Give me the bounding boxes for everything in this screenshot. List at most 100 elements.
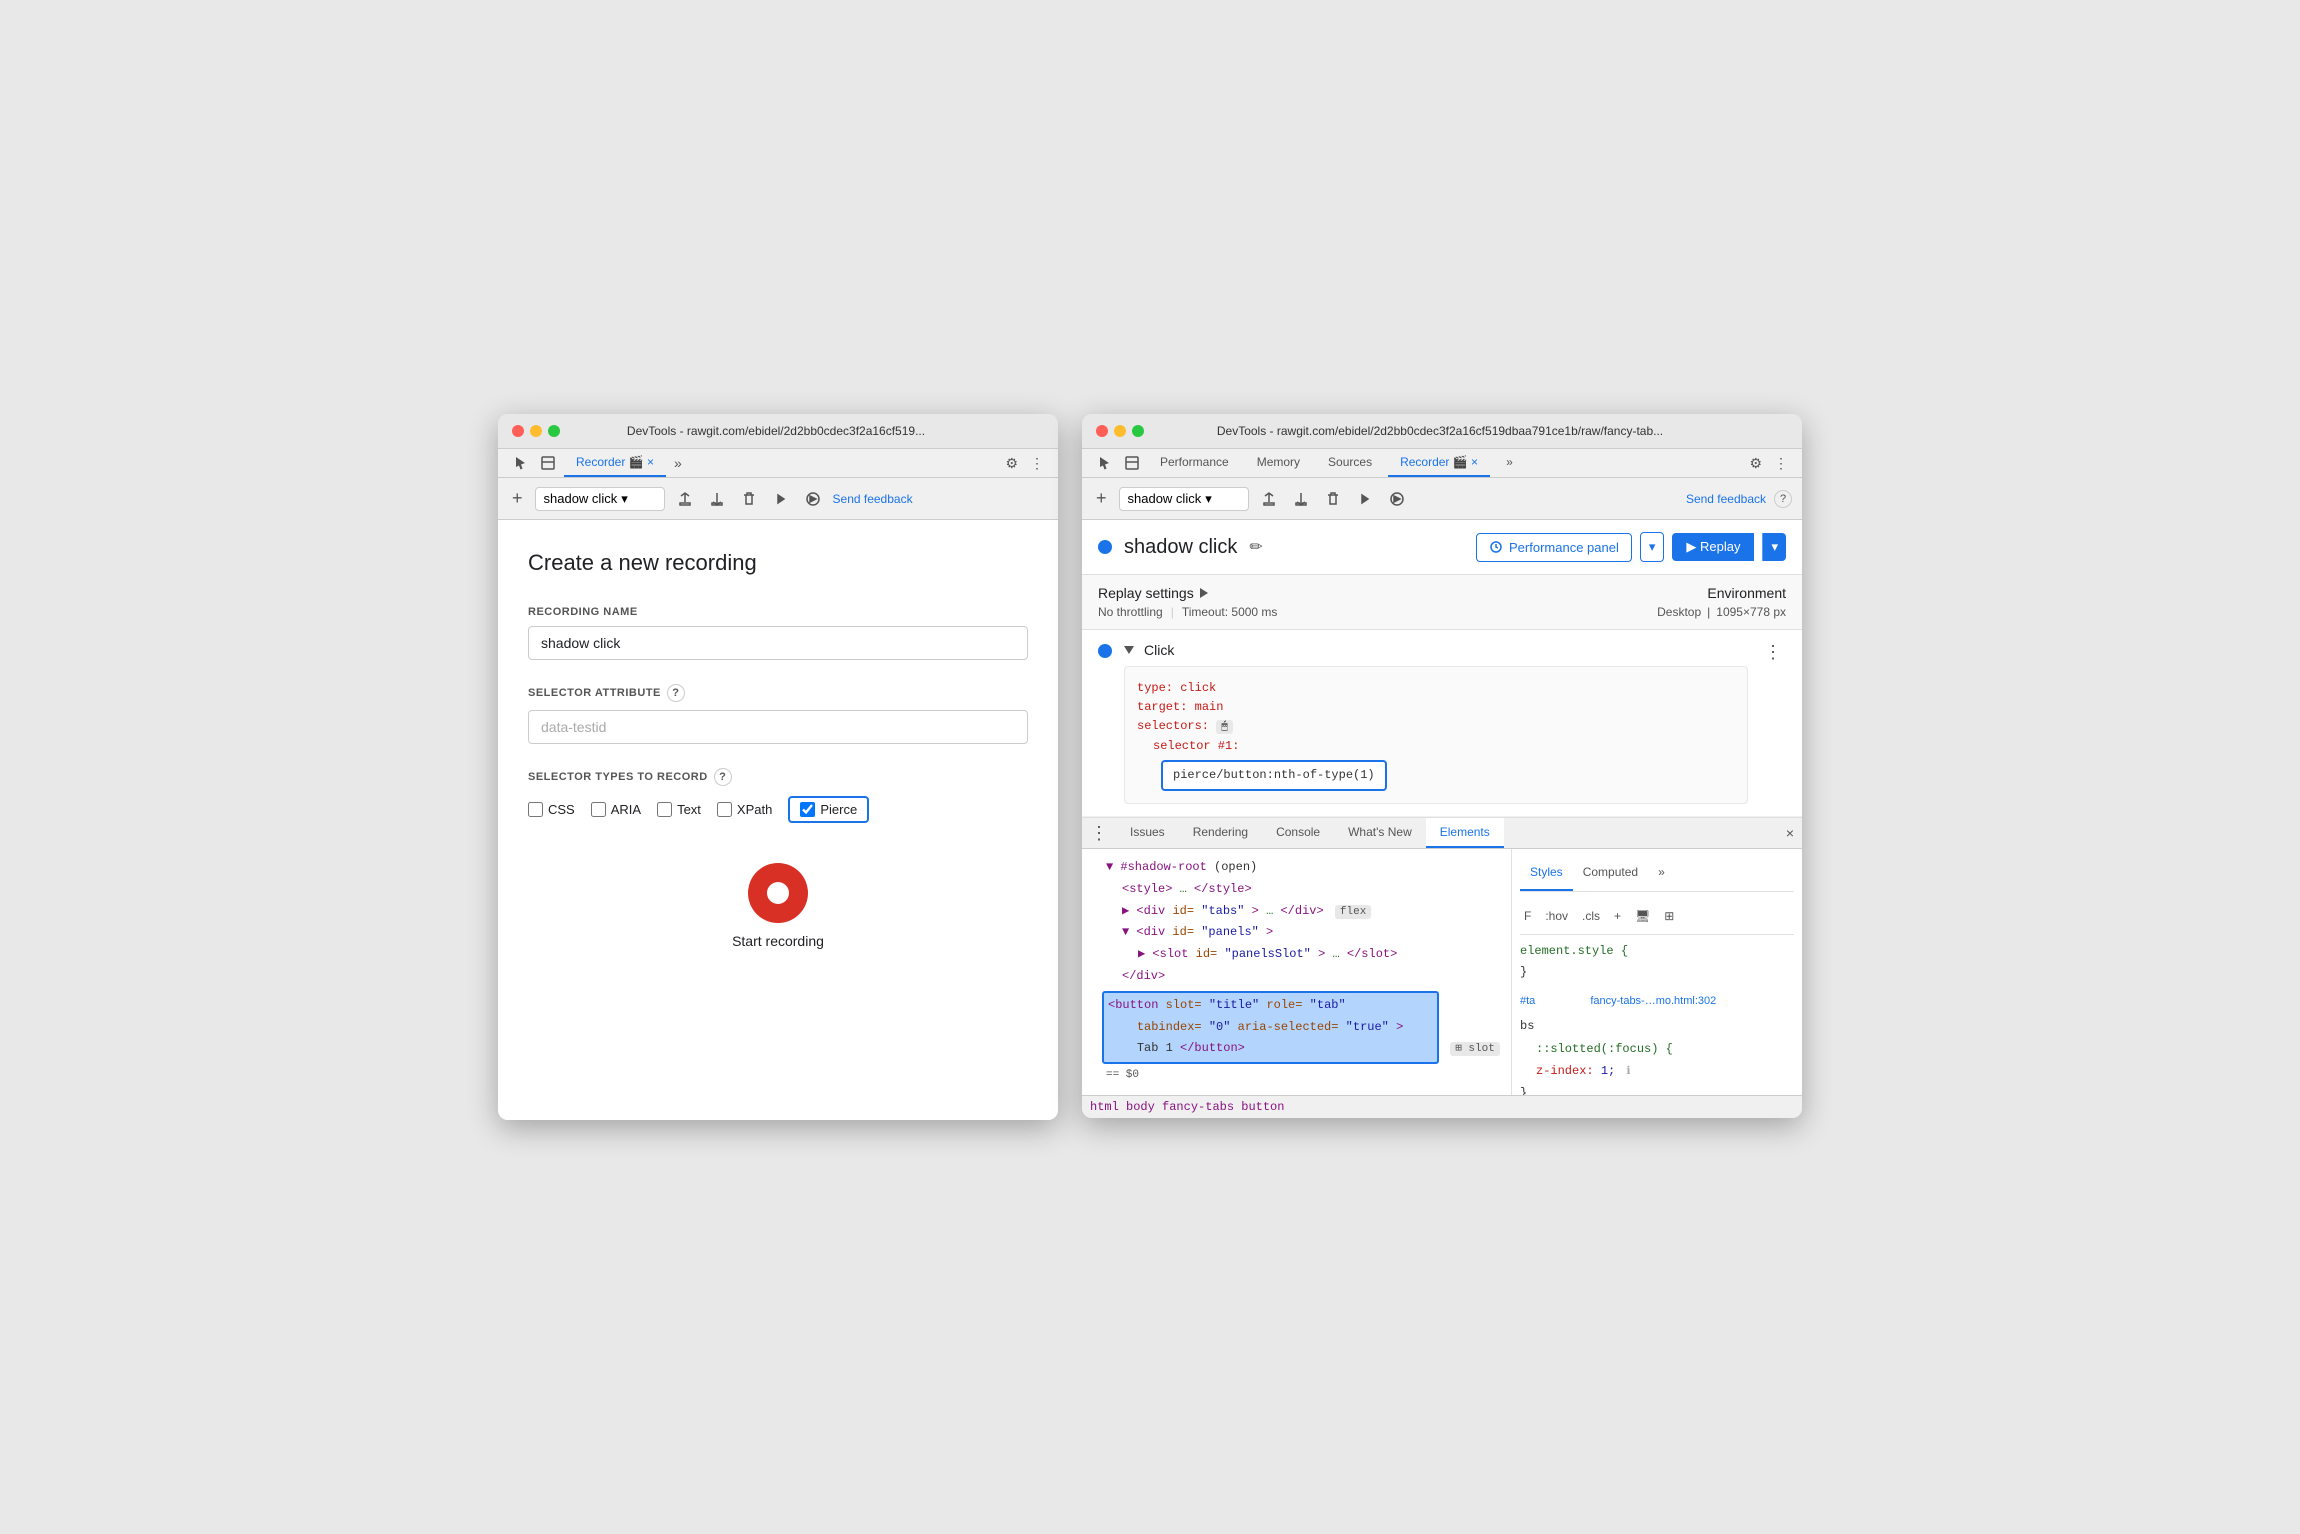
css-checkbox-label[interactable]: CSS [528,802,575,817]
sources-tab[interactable]: Sources [1316,449,1384,477]
left-cursor-icon[interactable] [508,451,532,475]
help-icon-right[interactable]: ? [1774,490,1792,508]
selectors-icon: 🖱 [1216,720,1233,734]
right-more-btn[interactable]: ⋮ [1770,451,1792,476]
breadcrumb-button[interactable]: button [1241,1100,1284,1114]
recording-selector-right[interactable]: shadow click ▾ [1119,487,1249,511]
memory-tab[interactable]: Memory [1245,449,1312,477]
aria-checkbox-label[interactable]: ARIA [591,802,641,817]
upload-btn-right[interactable] [1257,487,1281,511]
right-cursor-icon[interactable] [1092,451,1116,475]
dom-selected-element[interactable]: <button slot= "title" role= "tab" tabind… [1102,991,1439,1064]
styles-more-tabs[interactable]: » [1648,857,1675,891]
recording-name-input[interactable] [528,626,1028,660]
hover-state-btn[interactable]: :hov [1541,904,1572,930]
upload-btn-left[interactable] [673,487,697,511]
element-style-selector: element.style { [1520,941,1794,963]
download-btn-right[interactable] [1289,487,1313,511]
bs-text: bs [1520,1016,1794,1038]
layout-icon[interactable]: ⊞ [1660,904,1678,930]
breadcrumb-body[interactable]: body [1126,1100,1155,1114]
right-dock-icon[interactable] [1120,451,1144,475]
elements-tab[interactable]: Elements [1426,818,1504,848]
right-settings-btn[interactable]: ⚙ [1745,451,1766,476]
issues-tab[interactable]: Issues [1116,818,1179,848]
styles-panel: Styles Computed » F :hov .cls + 🖥 ⊞ elem… [1512,849,1802,1095]
bottom-panel-dots[interactable]: ⋮ [1082,819,1116,848]
replay-btn-left[interactable] [801,487,825,511]
selectors-key: selectors: [1137,719,1209,733]
text-checkbox[interactable] [657,802,672,817]
add-recording-btn-right[interactable]: + [1092,484,1111,513]
rendering-tab[interactable]: Rendering [1179,818,1262,848]
breadcrumb-html[interactable]: html [1090,1100,1119,1114]
start-recording-btn[interactable] [748,863,808,923]
recorder-tab-right[interactable]: Recorder 🎬 × [1388,449,1490,477]
pierce-checkbox-label[interactable]: Pierce [800,802,857,817]
devtools-bottom-panel: ⋮ Issues Rendering Console What's New El… [1082,818,1802,1118]
left-dock-icon[interactable] [536,451,560,475]
device-icon[interactable]: 🖥 [1631,904,1654,930]
selector-attribute-input[interactable] [528,710,1028,744]
delete-btn-right[interactable] [1321,487,1345,511]
dom-panel: ▼ #shadow-root (open) <style> … </style>… [1082,849,1512,1095]
add-recording-btn[interactable]: + [508,484,527,513]
selector-attribute-help-icon[interactable]: ? [667,684,685,702]
step-title: Click [1124,642,1748,658]
send-feedback-link-right[interactable]: Send feedback [1686,492,1766,506]
xpath-checkbox-label[interactable]: XPath [717,802,772,817]
console-tab[interactable]: Console [1262,818,1334,848]
performance-panel-btn[interactable]: Performance panel [1476,533,1632,562]
left-settings-btn[interactable]: ⚙ [1001,451,1022,476]
left-window-title: DevTools - rawgit.com/ebidel/2d2bb0cdec3… [508,424,1044,438]
screenshot-wrapper: DevTools - rawgit.com/ebidel/2d2bb0cdec3… [498,414,1802,1120]
xpath-checkbox[interactable] [717,802,732,817]
performance-tab[interactable]: Performance [1148,449,1241,477]
type-key: type: [1137,681,1173,695]
create-recording-title: Create a new recording [528,550,1028,576]
slotted-rule-close: } [1520,1083,1794,1096]
performance-panel-dropdown-btn[interactable]: ▾ [1640,532,1665,562]
filter-styles-input[interactable]: F [1520,904,1535,930]
text-checkbox-label[interactable]: Text [657,802,701,817]
replay-btn-right[interactable] [1385,487,1409,511]
z-index-info-icon[interactable]: ℹ [1626,1066,1630,1078]
replay-dropdown-btn[interactable]: ▾ [1762,533,1786,561]
replay-once-btn-left[interactable] [769,487,793,511]
left-more-btn[interactable]: ⋮ [1026,451,1048,476]
breadcrumb-fancy-tabs[interactable]: fancy-tabs [1162,1100,1234,1114]
styles-tab[interactable]: Styles [1520,857,1573,891]
replay-settings-expand-icon [1200,588,1208,598]
download-btn-left[interactable] [705,487,729,511]
send-feedback-link-left[interactable]: Send feedback [833,492,913,506]
styles-source-link[interactable]: #ta fancy-tabs-…mo.html:302 [1520,992,1794,1012]
delete-btn-left[interactable] [737,487,761,511]
header-actions: Performance panel ▾ ▶ Replay ▾ [1476,532,1786,562]
recording-selector-left[interactable]: shadow click ▾ [535,487,665,511]
step-expand-icon[interactable] [1124,646,1134,654]
aria-checkbox[interactable] [591,802,606,817]
replay-once-btn-right[interactable] [1353,487,1377,511]
target-val: main [1195,700,1224,714]
right-titlebar: DevTools - rawgit.com/ebidel/2d2bb0cdec3… [1082,414,1802,449]
step-more-btn[interactable]: ⋮ [1760,642,1786,663]
target-key: target: [1137,700,1187,714]
css-checkbox[interactable] [528,802,543,817]
left-devtools-window: DevTools - rawgit.com/ebidel/2d2bb0cdec3… [498,414,1058,1120]
cls-btn[interactable]: .cls [1578,904,1604,930]
pierce-checkbox[interactable] [800,802,815,817]
recorder-header: shadow click ✏ Performance panel ▾ ▶ Rep… [1082,520,1802,575]
close-bottom-panel-btn[interactable]: × [1778,821,1802,845]
computed-tab[interactable]: Computed [1573,857,1648,891]
replay-settings-title[interactable]: Replay settings [1098,585,1657,601]
edit-name-icon[interactable]: ✏ [1249,537,1262,557]
whats-new-tab[interactable]: What's New [1334,818,1426,848]
left-more-tabs-btn[interactable]: » [670,451,686,475]
styles-panel-tabs: Styles Computed » [1520,857,1794,892]
replay-settings-right: Environment Desktop | 1095×778 px [1657,585,1786,619]
selector-types-help-icon[interactable]: ? [714,768,732,786]
left-recorder-tab[interactable]: Recorder 🎬 × [564,449,666,477]
add-style-btn[interactable]: + [1610,904,1625,930]
replay-main-btn[interactable]: ▶ Replay [1672,533,1754,561]
more-devtools-tabs[interactable]: » [1494,449,1525,477]
